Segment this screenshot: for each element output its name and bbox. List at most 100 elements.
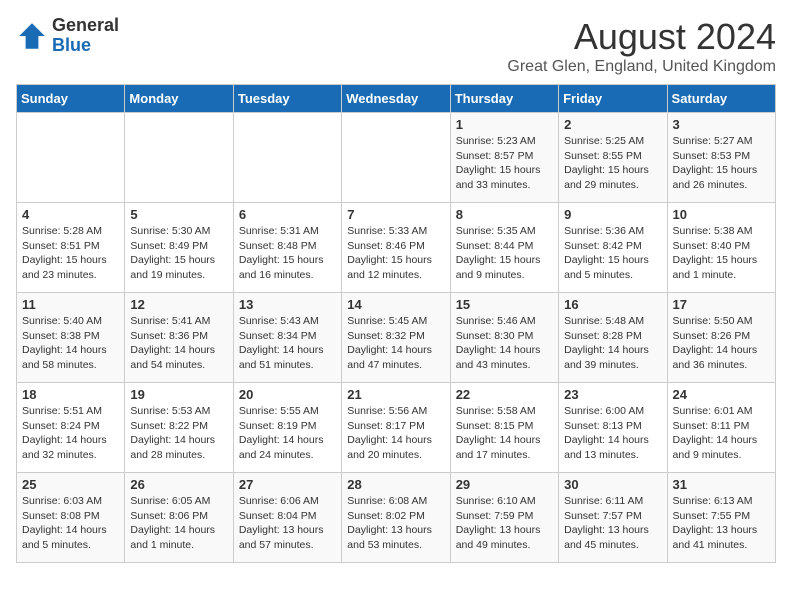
day-info: Sunrise: 5:40 AM Sunset: 8:38 PM Dayligh… [22, 314, 119, 373]
day-info: Sunrise: 5:41 AM Sunset: 8:36 PM Dayligh… [130, 314, 227, 373]
day-number: 14 [347, 297, 444, 312]
calendar-cell: 9Sunrise: 5:36 AM Sunset: 8:42 PM Daylig… [559, 203, 667, 293]
day-number: 11 [22, 297, 119, 312]
calendar-cell: 10 Sunrise: 5:38 AM Sunset: 8:40 PM Dayli… [667, 203, 775, 293]
day-info: Sunrise: 5:35 AM Sunset: 8:44 PM Dayligh… [456, 224, 553, 283]
day-info: Sunrise: 5:33 AM Sunset: 8:46 PM Dayligh… [347, 224, 444, 283]
day-number: 30 [564, 477, 661, 492]
calendar-week-2: 4 Sunrise: 5:28 AM Sunset: 8:51 PM Daylig… [17, 203, 776, 293]
calendar-cell: 1Sunrise: 5:23 AM Sunset: 8:57 PM Daylig… [450, 113, 558, 203]
day-info: Sunrise: 5:53 AM Sunset: 8:22 PM Dayligh… [130, 404, 227, 463]
day-number: 31 [673, 477, 770, 492]
logo-text: General Blue [52, 16, 119, 56]
header-tuesday: Tuesday [233, 85, 341, 113]
day-info: Sunrise: 5:28 AM Sunset: 8:51 PM Dayligh… [22, 224, 119, 283]
logo-icon [16, 20, 48, 52]
logo: General Blue [16, 16, 119, 56]
day-number: 8 [456, 207, 553, 222]
day-info: Sunrise: 6:11 AM Sunset: 7:57 PM Dayligh… [564, 494, 661, 553]
day-number: 22 [456, 387, 553, 402]
day-info: Sunrise: 5:56 AM Sunset: 8:17 PM Dayligh… [347, 404, 444, 463]
day-number: 7 [347, 207, 444, 222]
calendar-week-4: 18 Sunrise: 5:51 AM Sunset: 8:24 PM Dayli… [17, 383, 776, 473]
header-monday: Monday [125, 85, 233, 113]
day-info: Sunrise: 5:23 AM Sunset: 8:57 PM Dayligh… [456, 134, 553, 193]
day-number: 20 [239, 387, 336, 402]
calendar-cell: 18 Sunrise: 5:51 AM Sunset: 8:24 PM Dayli… [17, 383, 125, 473]
calendar-cell: 2Sunrise: 5:25 AM Sunset: 8:55 PM Daylig… [559, 113, 667, 203]
day-number: 24 [673, 387, 770, 402]
calendar-cell: 25 Sunrise: 6:03 AM Sunset: 8:08 PM Dayli… [17, 473, 125, 563]
calendar-cell: 29Sunrise: 6:10 AM Sunset: 7:59 PM Dayli… [450, 473, 558, 563]
calendar-cell: 7 Sunrise: 5:33 AM Sunset: 8:46 PM Daylig… [342, 203, 450, 293]
header-friday: Friday [559, 85, 667, 113]
calendar-cell: 3 Sunrise: 5:27 AM Sunset: 8:53 PM Daylig… [667, 113, 775, 203]
calendar-cell: 15Sunrise: 5:46 AM Sunset: 8:30 PM Dayli… [450, 293, 558, 383]
day-info: Sunrise: 5:46 AM Sunset: 8:30 PM Dayligh… [456, 314, 553, 373]
main-title: August 2024 [507, 16, 776, 58]
header-wednesday: Wednesday [342, 85, 450, 113]
day-number: 28 [347, 477, 444, 492]
day-info: Sunrise: 5:55 AM Sunset: 8:19 PM Dayligh… [239, 404, 336, 463]
day-number: 3 [673, 117, 770, 132]
calendar-cell: 16Sunrise: 5:48 AM Sunset: 8:28 PM Dayli… [559, 293, 667, 383]
day-number: 4 [22, 207, 119, 222]
calendar-cell: 31Sunrise: 6:13 AM Sunset: 7:55 PM Dayli… [667, 473, 775, 563]
day-info: Sunrise: 6:00 AM Sunset: 8:13 PM Dayligh… [564, 404, 661, 463]
header: General Blue August 2024 Great Glen, Eng… [16, 16, 776, 76]
calendar-cell: 28 Sunrise: 6:08 AM Sunset: 8:02 PM Dayli… [342, 473, 450, 563]
day-info: Sunrise: 5:30 AM Sunset: 8:49 PM Dayligh… [130, 224, 227, 283]
calendar-week-3: 11 Sunrise: 5:40 AM Sunset: 8:38 PM Dayli… [17, 293, 776, 383]
calendar-week-1: 1Sunrise: 5:23 AM Sunset: 8:57 PM Daylig… [17, 113, 776, 203]
day-number: 21 [347, 387, 444, 402]
calendar-cell: 4 Sunrise: 5:28 AM Sunset: 8:51 PM Daylig… [17, 203, 125, 293]
day-number: 19 [130, 387, 227, 402]
calendar-cell [17, 113, 125, 203]
calendar-cell: 23Sunrise: 6:00 AM Sunset: 8:13 PM Dayli… [559, 383, 667, 473]
calendar-cell [233, 113, 341, 203]
day-number: 25 [22, 477, 119, 492]
day-info: Sunrise: 5:38 AM Sunset: 8:40 PM Dayligh… [673, 224, 770, 283]
calendar-cell: 30 Sunrise: 6:11 AM Sunset: 7:57 PM Dayli… [559, 473, 667, 563]
day-number: 26 [130, 477, 227, 492]
calendar-week-5: 25 Sunrise: 6:03 AM Sunset: 8:08 PM Dayli… [17, 473, 776, 563]
calendar-cell: 8 Sunrise: 5:35 AM Sunset: 8:44 PM Daylig… [450, 203, 558, 293]
header-row: Sunday Monday Tuesday Wednesday Thursday… [17, 85, 776, 113]
calendar-cell: 6 Sunrise: 5:31 AM Sunset: 8:48 PM Daylig… [233, 203, 341, 293]
day-info: Sunrise: 5:50 AM Sunset: 8:26 PM Dayligh… [673, 314, 770, 373]
calendar-cell: 5 Sunrise: 5:30 AM Sunset: 8:49 PM Daylig… [125, 203, 233, 293]
calendar-body: 1Sunrise: 5:23 AM Sunset: 8:57 PM Daylig… [17, 113, 776, 563]
calendar-cell: 27 Sunrise: 6:06 AM Sunset: 8:04 PM Dayli… [233, 473, 341, 563]
calendar-cell: 22 Sunrise: 5:58 AM Sunset: 8:15 PM Dayli… [450, 383, 558, 473]
subtitle: Great Glen, England, United Kingdom [507, 58, 776, 76]
day-info: Sunrise: 5:25 AM Sunset: 8:55 PM Dayligh… [564, 134, 661, 193]
calendar-cell: 20 Sunrise: 5:55 AM Sunset: 8:19 PM Dayli… [233, 383, 341, 473]
day-info: Sunrise: 5:48 AM Sunset: 8:28 PM Dayligh… [564, 314, 661, 373]
day-number: 13 [239, 297, 336, 312]
day-info: Sunrise: 5:51 AM Sunset: 8:24 PM Dayligh… [22, 404, 119, 463]
day-number: 27 [239, 477, 336, 492]
day-info: Sunrise: 6:05 AM Sunset: 8:06 PM Dayligh… [130, 494, 227, 553]
day-number: 6 [239, 207, 336, 222]
day-info: Sunrise: 6:08 AM Sunset: 8:02 PM Dayligh… [347, 494, 444, 553]
calendar-table: Sunday Monday Tuesday Wednesday Thursday… [16, 84, 776, 563]
logo-general-text: General [52, 16, 119, 36]
day-number: 18 [22, 387, 119, 402]
calendar-cell: 19 Sunrise: 5:53 AM Sunset: 8:22 PM Dayli… [125, 383, 233, 473]
header-sunday: Sunday [17, 85, 125, 113]
day-info: Sunrise: 5:58 AM Sunset: 8:15 PM Dayligh… [456, 404, 553, 463]
day-number: 5 [130, 207, 227, 222]
calendar-cell [342, 113, 450, 203]
day-info: Sunrise: 6:01 AM Sunset: 8:11 PM Dayligh… [673, 404, 770, 463]
day-info: Sunrise: 5:31 AM Sunset: 8:48 PM Dayligh… [239, 224, 336, 283]
calendar-cell: 21 Sunrise: 5:56 AM Sunset: 8:17 PM Dayli… [342, 383, 450, 473]
logo-blue-text: Blue [52, 36, 119, 56]
day-number: 10 [673, 207, 770, 222]
calendar-cell: 11 Sunrise: 5:40 AM Sunset: 8:38 PM Dayli… [17, 293, 125, 383]
day-info: Sunrise: 6:03 AM Sunset: 8:08 PM Dayligh… [22, 494, 119, 553]
day-info: Sunrise: 5:45 AM Sunset: 8:32 PM Dayligh… [347, 314, 444, 373]
day-info: Sunrise: 6:06 AM Sunset: 8:04 PM Dayligh… [239, 494, 336, 553]
calendar-cell [125, 113, 233, 203]
day-info: Sunrise: 5:36 AM Sunset: 8:42 PM Dayligh… [564, 224, 661, 283]
day-info: Sunrise: 5:27 AM Sunset: 8:53 PM Dayligh… [673, 134, 770, 193]
